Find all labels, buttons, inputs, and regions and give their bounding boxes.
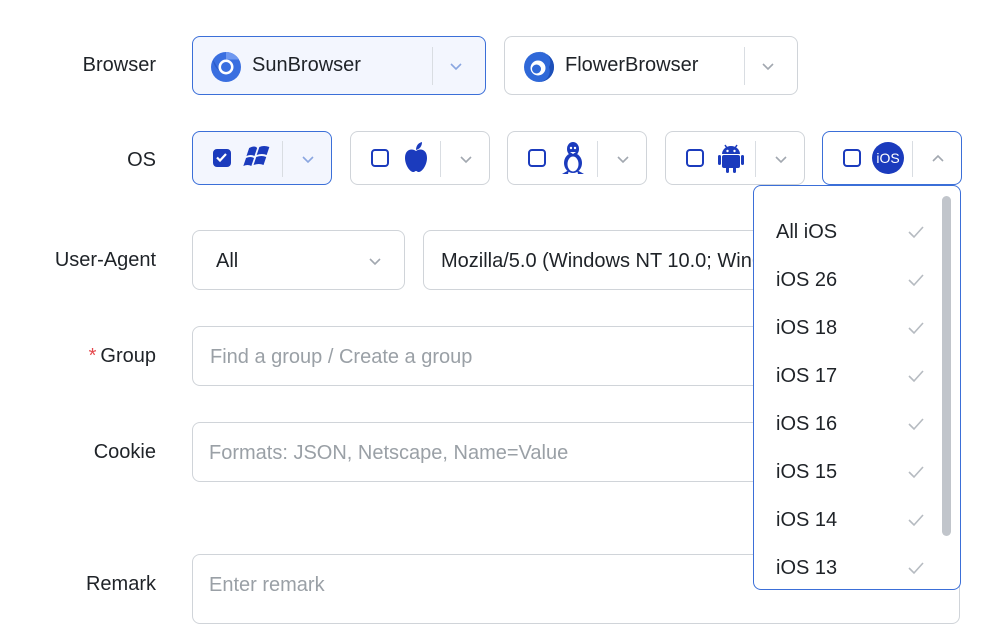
- apple-icon: [405, 142, 427, 172]
- checkmark-icon: [216, 153, 227, 163]
- remark-label: Remark: [85, 573, 156, 595]
- user-agent-filter-value: All: [216, 250, 239, 272]
- dropdown-option[interactable]: iOS 15: [754, 438, 944, 486]
- os-checkbox[interactable]: [213, 149, 231, 167]
- divider: [597, 141, 598, 177]
- dropdown-option[interactable]: iOS 13: [754, 534, 944, 582]
- os-option-ios[interactable]: iOS: [822, 131, 962, 185]
- android-icon: [718, 144, 744, 173]
- dropdown-option[interactable]: iOS 26: [754, 246, 944, 294]
- group-label: * Group: [88, 345, 156, 367]
- remark-placeholder: Enter remark: [209, 574, 325, 596]
- required-asterisk: *: [88, 345, 97, 367]
- divider: [744, 47, 745, 85]
- dropdown-option[interactable]: iOS 14: [754, 486, 944, 534]
- ios-icon: iOS: [872, 142, 904, 174]
- check-icon: [908, 274, 924, 287]
- os-option-windows[interactable]: [192, 131, 332, 185]
- dropdown-option[interactable]: All iOS: [754, 198, 944, 246]
- os-option-linux[interactable]: [507, 131, 647, 185]
- divider: [282, 141, 283, 177]
- divider: [912, 141, 913, 177]
- os-checkbox[interactable]: [528, 149, 546, 167]
- chevron-down-icon: [369, 258, 381, 266]
- cookie-placeholder: Formats: JSON, Netscape, Name=Value: [209, 442, 569, 464]
- check-icon: [908, 226, 924, 239]
- dropdown-option[interactable]: iOS 18: [754, 294, 944, 342]
- dropdown-scrollbar[interactable]: [942, 196, 951, 536]
- os-checkbox[interactable]: [686, 149, 704, 167]
- os-checkbox[interactable]: [371, 149, 389, 167]
- chevron-up-icon[interactable]: [931, 152, 945, 166]
- chevron-down-icon[interactable]: [301, 152, 315, 166]
- group-placeholder: Find a group / Create a group: [210, 346, 473, 368]
- browser-label: Browser: [82, 54, 156, 76]
- user-agent-label: User-Agent: [54, 249, 156, 271]
- dropdown-option[interactable]: iOS 17: [754, 342, 944, 390]
- browser-option-flowerbrowser[interactable]: FlowerBrowser: [504, 36, 798, 95]
- cookie-label: Cookie: [93, 441, 156, 463]
- windows-icon: [243, 146, 270, 166]
- browser-option-sunbrowser[interactable]: SunBrowser: [192, 36, 486, 95]
- chevron-down-icon[interactable]: [616, 152, 630, 166]
- check-icon: [908, 370, 924, 383]
- check-icon: [908, 322, 924, 335]
- chevron-down-icon[interactable]: [449, 59, 463, 73]
- check-icon: [908, 562, 924, 575]
- os-label: OS: [127, 149, 156, 171]
- browser-name: SunBrowser: [252, 54, 361, 76]
- chevron-down-icon[interactable]: [459, 152, 473, 166]
- firefox-icon: [524, 51, 554, 82]
- os-option-android[interactable]: [665, 131, 805, 185]
- linux-tux-icon: [562, 142, 584, 174]
- check-icon: [908, 466, 924, 479]
- ios-version-dropdown[interactable]: All iOS iOS 26 iOS 18 iOS 17 iOS 16 iOS …: [753, 185, 961, 590]
- divider: [432, 47, 433, 85]
- divider: [440, 141, 441, 177]
- chevron-down-icon[interactable]: [774, 152, 788, 166]
- chevron-down-icon[interactable]: [761, 59, 775, 73]
- chromium-icon: [211, 51, 241, 82]
- user-agent-filter-select[interactable]: All: [192, 230, 405, 290]
- os-checkbox[interactable]: [843, 149, 861, 167]
- os-option-macos[interactable]: [350, 131, 490, 185]
- check-icon: [908, 418, 924, 431]
- check-icon: [908, 514, 924, 527]
- dropdown-option[interactable]: iOS 16: [754, 390, 944, 438]
- browser-name: FlowerBrowser: [565, 54, 699, 76]
- divider: [755, 141, 756, 177]
